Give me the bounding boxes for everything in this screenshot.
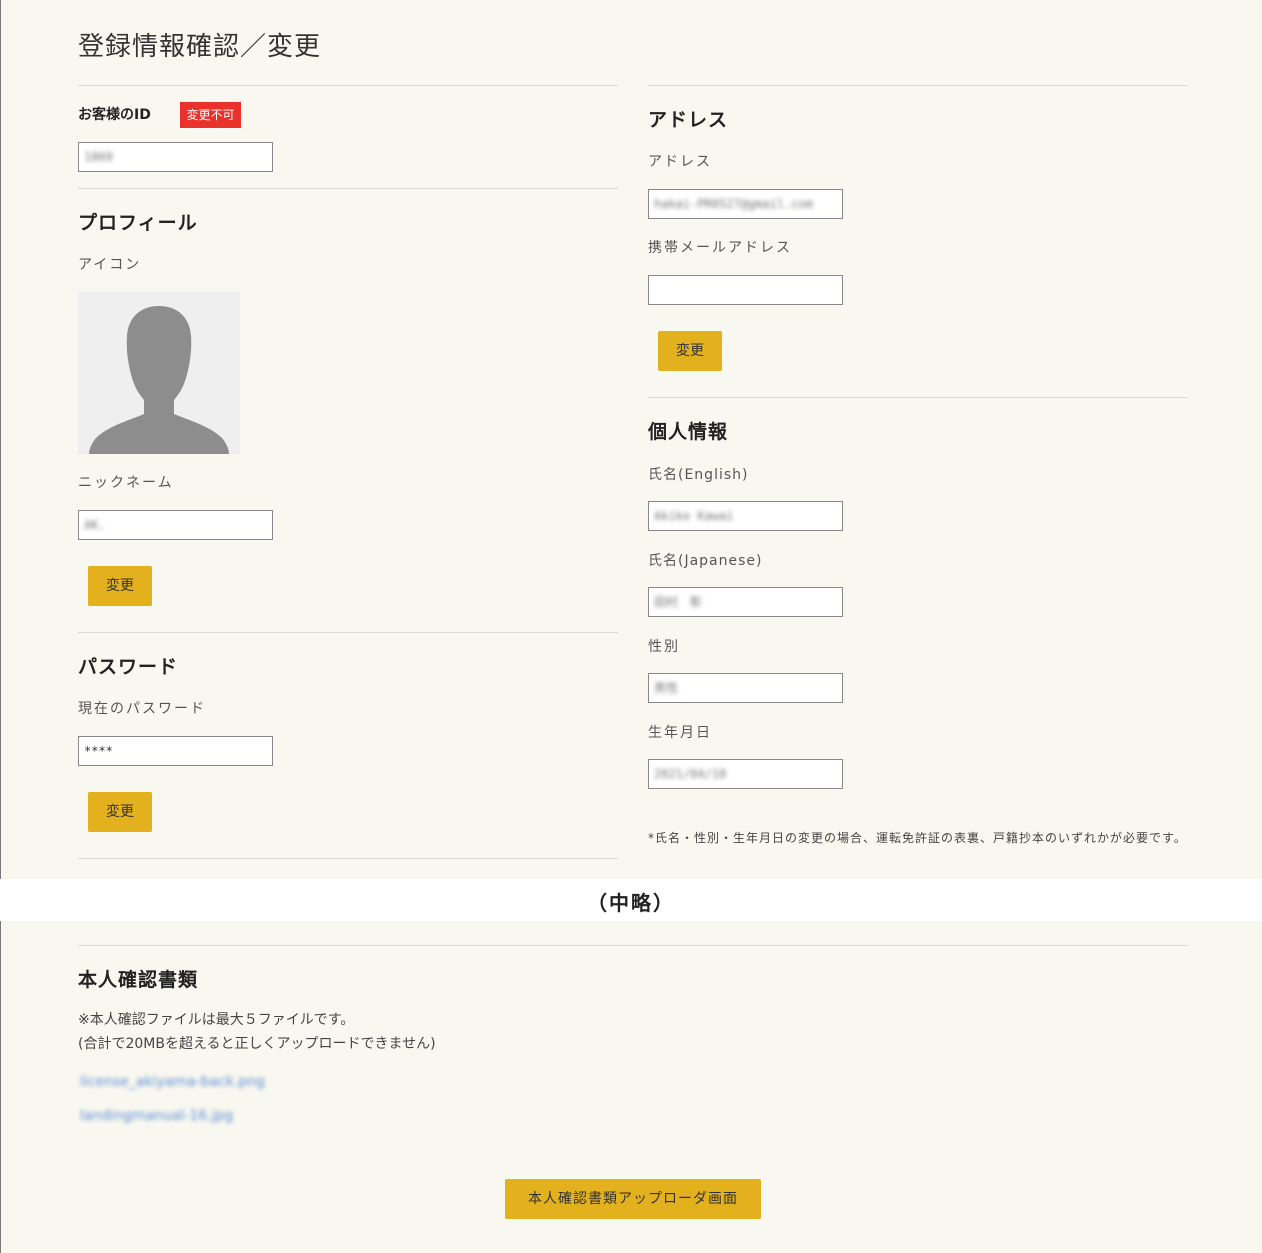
top-panel: 登録情報確認／変更 お客様のID 変更不可 1869 プロフィール アイコン ニ… [0, 0, 1262, 879]
address-change-button[interactable]: 変更 [658, 331, 722, 371]
file-link[interactable]: license_akiyama-back.png [80, 1074, 265, 1090]
birthday-input[interactable]: 2021/04/10 [648, 759, 843, 789]
profile-heading: プロフィール [78, 212, 198, 234]
person-silhouette-icon [89, 306, 229, 454]
birthday-label: 生年月日 [648, 725, 712, 741]
divider [78, 188, 618, 189]
divider [648, 397, 1188, 398]
gender-input[interactable]: 男性 [648, 673, 843, 703]
personal-info-note: *氏名・性別・生年月日の変更の場合、運転免許証の表裏、戸籍抄本のいずれかが必要で… [648, 831, 1187, 845]
name-en-label: 氏名(English) [648, 467, 749, 483]
address-value: hakai-PR0527@gmail.com [654, 197, 813, 211]
password-change-button[interactable]: 変更 [88, 792, 152, 832]
mobile-address-input[interactable] [648, 275, 843, 305]
profile-change-button[interactable]: 変更 [88, 566, 152, 606]
gender-label: 性別 [648, 639, 680, 655]
personal-info-heading: 個人情報 [648, 421, 729, 443]
nickname-value: AK. [84, 518, 106, 532]
divider [78, 945, 1188, 946]
divider [78, 858, 618, 859]
id-docs-uploader-button[interactable]: 本人確認書類アップローダ画面 [505, 1179, 761, 1219]
current-password-label: 現在のパスワード [78, 701, 206, 717]
divider [648, 85, 1188, 86]
page-title: 登録情報確認／変更 [78, 32, 322, 62]
name-ja-input[interactable]: 田村 彰 [648, 587, 843, 617]
mobile-address-label: 携帯メールアドレス [648, 240, 792, 256]
customer-id-value: 1869 [84, 150, 113, 164]
address-input[interactable]: hakai-PR0527@gmail.com [648, 189, 843, 219]
nickname-label: ニックネーム [78, 475, 174, 491]
bottom-panel: 本人確認書類 ※本人確認ファイルは最大５ファイルです。 (合計で20MBを超える… [0, 921, 1262, 1253]
password-heading: パスワード [78, 656, 179, 678]
customer-id-label: お客様のID [78, 107, 151, 123]
name-en-value: Akiko Kawai [654, 509, 734, 523]
current-password-input[interactable]: **** [78, 736, 273, 766]
birthday-value: 2021/04/10 [654, 767, 727, 781]
icon-label: アイコン [78, 257, 142, 273]
file-link[interactable]: landingmanual-16.jpg [80, 1108, 233, 1124]
divider [78, 632, 618, 633]
divider [78, 85, 618, 86]
id-docs-heading: 本人確認書類 [78, 969, 199, 991]
address-label: アドレス [648, 154, 712, 170]
customer-id-field: 1869 [78, 142, 273, 172]
id-docs-note-1: ※本人確認ファイルは最大５ファイルです。 [78, 1012, 355, 1028]
avatar[interactable] [78, 292, 240, 454]
nickname-input[interactable]: AK. [78, 510, 273, 540]
name-ja-value: 田村 彰 [654, 595, 703, 609]
gender-value: 男性 [654, 681, 679, 695]
name-ja-label: 氏名(Japanese) [648, 553, 763, 569]
name-en-input[interactable]: Akiko Kawai [648, 501, 843, 531]
id-docs-note-2: (合計で20MBを超えると正しくアップロードできません) [78, 1036, 436, 1052]
address-heading: アドレス [648, 109, 729, 131]
omitted-label: （中略） [587, 891, 675, 915]
not-changeable-badge: 変更不可 [180, 102, 241, 128]
